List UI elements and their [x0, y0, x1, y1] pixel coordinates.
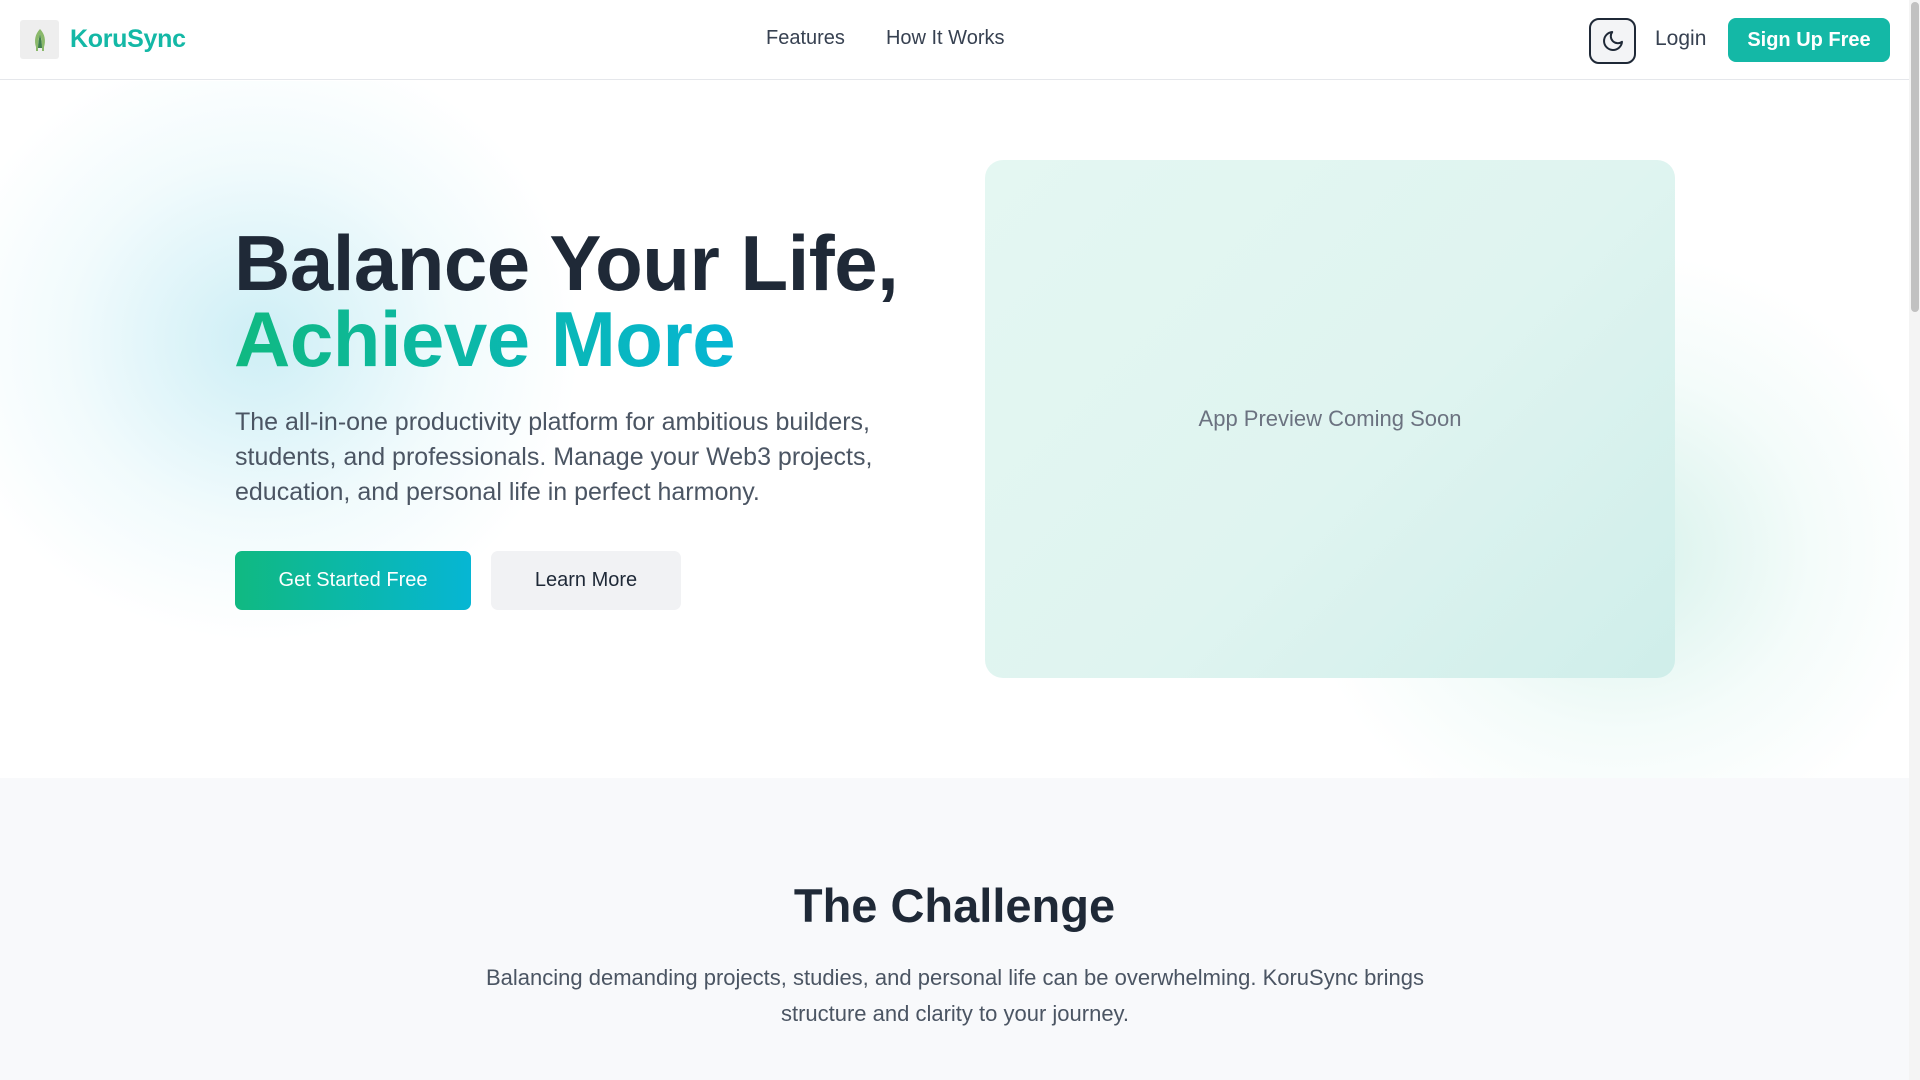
signup-button[interactable]: Sign Up Free — [1728, 18, 1890, 62]
hero-subtitle: The all-in-one productivity platform for… — [235, 408, 873, 506]
learn-more-button[interactable]: Learn More — [491, 551, 681, 610]
challenge-section: The Challenge Balancing demanding projec… — [0, 778, 1909, 1080]
login-link[interactable]: Login — [1655, 27, 1706, 51]
nav-link-features[interactable]: Features — [766, 27, 845, 50]
nav-link-how-it-works[interactable]: How It Works — [886, 27, 1005, 50]
scrollbar-thumb[interactable] — [1911, 2, 1919, 312]
challenge-title: The Challenge — [793, 879, 1116, 932]
primary-nav: Features How It Works — [766, 27, 1004, 50]
theme-toggle-button[interactable] — [1589, 18, 1636, 64]
hero-section: Balance Your Life, Achieve More The all-… — [0, 81, 1909, 778]
hero-title-accent: Achieve More — [234, 295, 736, 383]
challenge-description: Balancing demanding projects, studies, a… — [486, 965, 1424, 1026]
app-preview-text: App Preview Coming Soon — [1198, 406, 1462, 431]
landing-page: KoruSync Features How It Works Login Sig… — [0, 0, 1920, 1080]
leaf-logo-icon — [20, 20, 59, 59]
moon-icon — [1602, 31, 1623, 51]
get-started-button[interactable]: Get Started Free — [235, 551, 471, 610]
brand-link[interactable]: KoruSync — [20, 20, 186, 59]
hero-title: Balance Your Life, Achieve More — [234, 224, 899, 383]
top-navigation-bar: KoruSync Features How It Works Login Sig… — [0, 0, 1909, 80]
hero-title-line1: Balance Your Life, — [234, 219, 899, 307]
brand-name: KoruSync — [70, 25, 186, 53]
app-preview-placeholder: App Preview Coming Soon — [985, 160, 1675, 678]
